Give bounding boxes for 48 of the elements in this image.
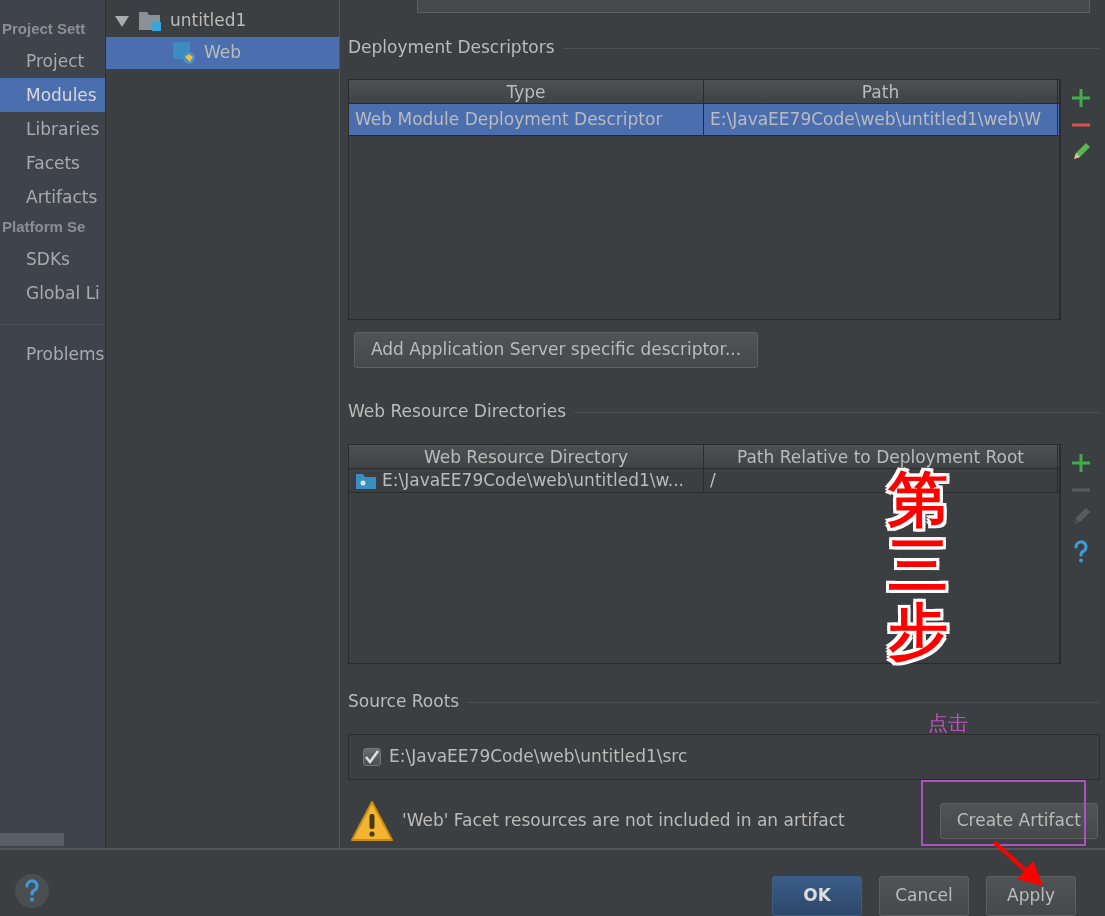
table-cell: / — [710, 469, 716, 492]
sidebar-item[interactable]: Project — [0, 44, 105, 78]
sidebar-item[interactable]: Global Li — [0, 276, 105, 310]
warning-message: 'Web' Facet resources are not included in an artifact — [402, 809, 845, 833]
dialog-button[interactable]: Apply — [986, 876, 1076, 916]
dialog-button[interactable]: Cancel — [879, 876, 969, 916]
table-cell-text: E:\JavaEE79Code\web\untitled1\web\W — [710, 107, 1042, 131]
warning-icon — [350, 800, 394, 842]
name-field[interactable] — [417, 0, 1090, 13]
checkbox[interactable] — [363, 748, 381, 766]
sidebar-item[interactable]: Modules — [0, 78, 105, 112]
sidebar-item[interactable]: Facets — [0, 146, 105, 180]
table-cell: E:\JavaEE79Code\web\untitled1\w... — [382, 469, 685, 492]
expanded-arrow-icon[interactable] — [114, 14, 130, 28]
sidebar-item[interactable]: Libraries — [0, 112, 105, 146]
source-root-path: E:\JavaEE79Code\web\untitled1\src — [389, 745, 688, 769]
folder-icon — [355, 471, 377, 490]
add-descriptor-button[interactable]: Add Application Server specific descriptor... — [354, 332, 759, 368]
folder-icon — [138, 10, 162, 32]
add-icon[interactable] — [1069, 452, 1092, 474]
table-cell-text: Web Module Deployment Descriptor — [355, 107, 663, 131]
sidebar-heading: Project Sett — [1, 19, 87, 39]
tree-label: untitled1 — [170, 9, 247, 33]
help-button[interactable] — [15, 874, 49, 908]
tree-node[interactable]: Web — [106, 37, 339, 69]
sidebar-item[interactable]: SDKs — [0, 242, 105, 276]
column-header[interactable]: Path — [704, 80, 1058, 103]
section-title: Deployment Descriptors — [348, 36, 555, 60]
click-annotation: 点击 — [928, 710, 968, 737]
help-icon[interactable] — [1071, 540, 1090, 564]
web-module-icon — [172, 41, 196, 65]
section-title: Source Roots — [348, 690, 460, 714]
help-icon — [24, 879, 40, 903]
tree-label: Web — [204, 41, 242, 65]
create-artifact-button[interactable]: Create Artifact — [939, 803, 1098, 839]
table-row[interactable]: Web Module Deployment Descriptor E:\JavaEE79Code\web\untitled1\web\W — [349, 104, 1059, 136]
tree-node[interactable]: untitled1 — [106, 5, 339, 37]
sidebar-item[interactable]: Problems — [0, 337, 105, 371]
add-icon[interactable] — [1069, 87, 1092, 109]
sidebar-heading: Platform Se — [1, 217, 87, 237]
column-header[interactable]: Web Resource Directory — [349, 445, 704, 468]
section-title: Web Resource Directories — [348, 400, 567, 424]
sidebar-item[interactable]: Artifacts — [0, 180, 105, 214]
scrollbar-thumb[interactable] — [0, 833, 64, 846]
column-header[interactable]: Type — [349, 80, 704, 103]
column-header[interactable]: Path Relative to Deployment Root — [704, 445, 1058, 468]
dialog-button[interactable]: OK — [772, 876, 862, 916]
remove-icon[interactable] — [1069, 121, 1092, 129]
